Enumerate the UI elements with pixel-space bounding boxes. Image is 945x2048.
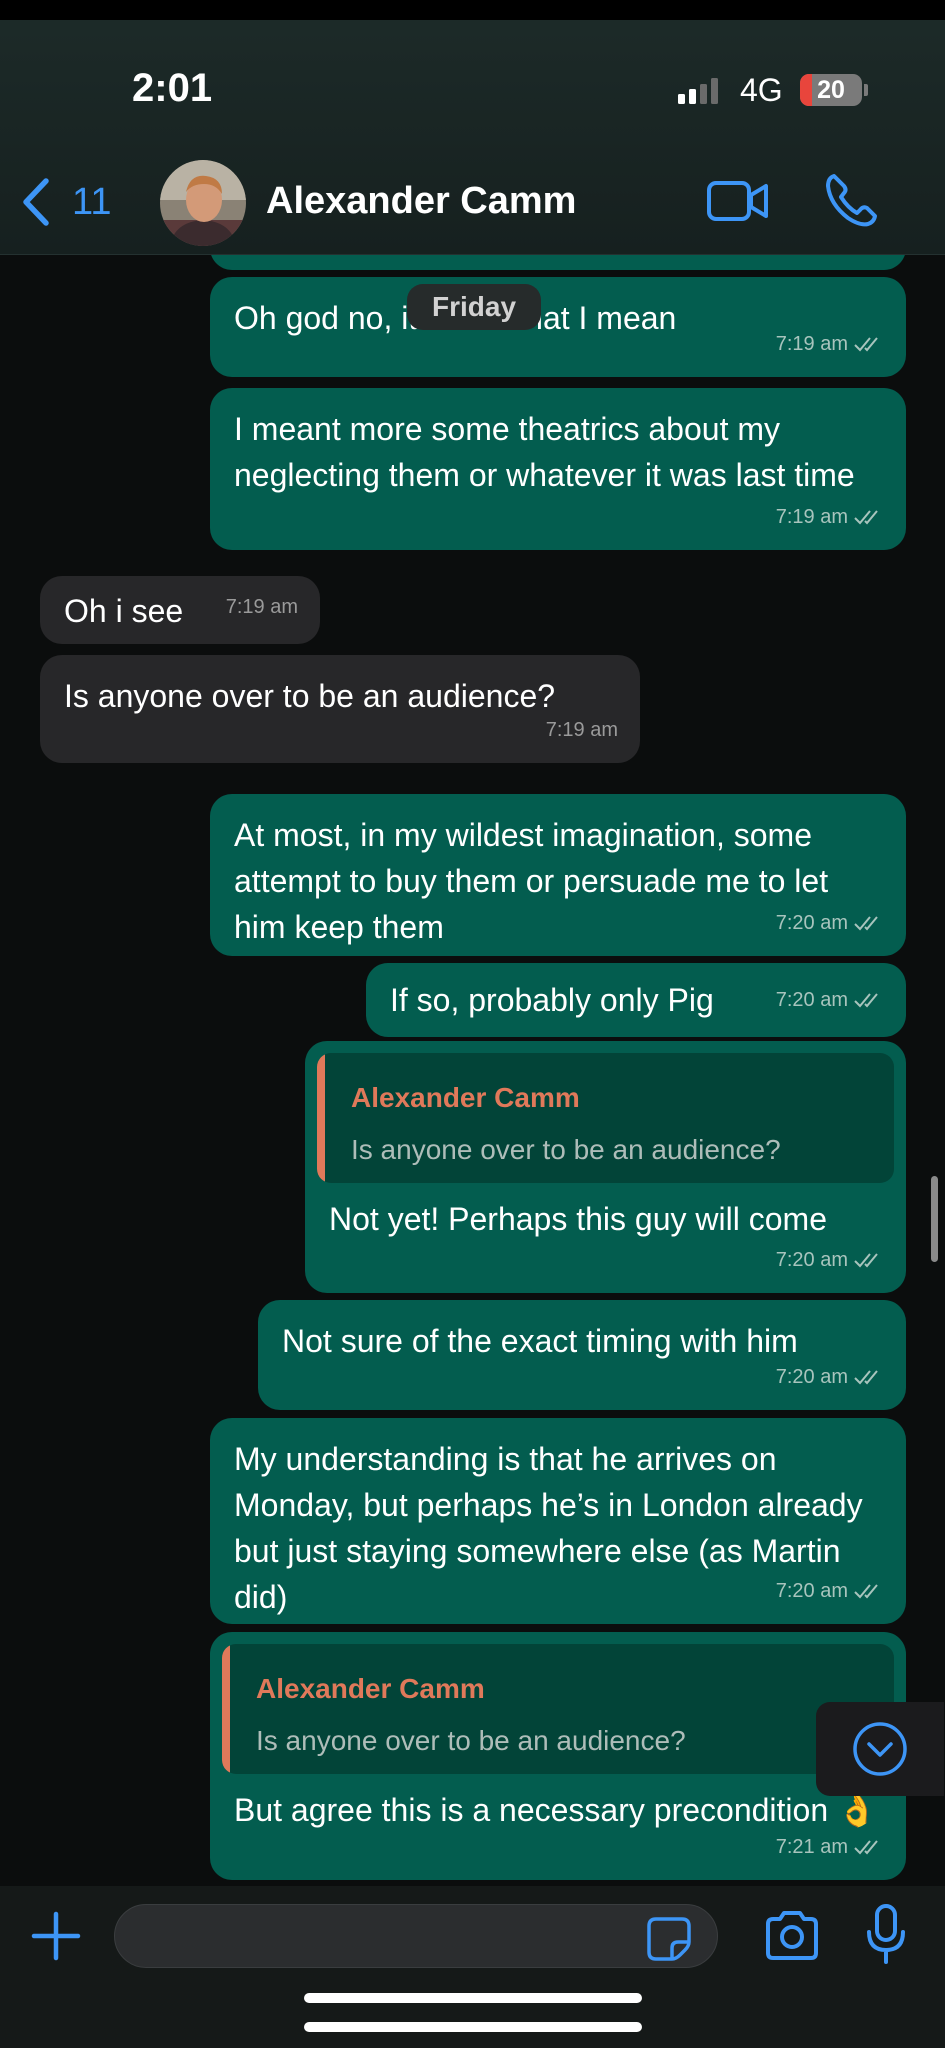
message-meta: 7:20 am — [776, 900, 884, 946]
quote-author: Alexander Camm — [256, 1673, 485, 1704]
camera-button[interactable] — [764, 1910, 820, 1962]
battery-percentage: 20 — [817, 76, 845, 104]
message-bubble-outgoing[interactable] — [210, 255, 906, 270]
contact-name[interactable]: Alexander Camm — [266, 180, 576, 223]
message-time: 7:19 am — [775, 333, 848, 355]
message-list[interactable]: Oh god no, it’s not what I mean 7:19 am … — [0, 255, 945, 1885]
message-time: 7:19 am — [545, 719, 618, 741]
double-check-icon — [854, 337, 878, 352]
message-meta: 7:20 am — [776, 1237, 884, 1283]
message-time: 7:20 am — [775, 989, 848, 1011]
message-bubble-incoming[interactable]: Is anyone over to be an audience? 7:19 a… — [40, 655, 640, 763]
message-bubble-outgoing-reply[interactable]: Alexander Camm Is anyone over to be an a… — [210, 1632, 906, 1880]
message-meta: 7:19 am — [776, 321, 884, 367]
message-bubble-outgoing[interactable]: If so, probably only Pig 7:20 am — [366, 963, 906, 1037]
message-time: 7:20 am — [775, 1366, 848, 1388]
video-camera-icon — [707, 181, 768, 221]
back-button[interactable]: 11 — [18, 172, 111, 232]
double-check-icon — [854, 1584, 878, 1599]
quoted-message[interactable]: Alexander Camm Is anyone over to be an a… — [317, 1053, 894, 1183]
voice-call-button[interactable] — [824, 172, 880, 228]
message-bubble-outgoing[interactable]: I meant more some theatrics about my neg… — [210, 388, 906, 550]
message-bubble-outgoing[interactable]: Not sure of the exact timing with him 7:… — [258, 1300, 906, 1410]
message-time: 7:19 am — [775, 506, 848, 528]
phone-icon — [826, 174, 877, 227]
battery-indicator: 20 — [800, 74, 862, 106]
message-time: 7:20 am — [775, 912, 848, 934]
message-time: 7:21 am — [775, 1836, 848, 1858]
video-call-button[interactable] — [706, 178, 770, 224]
avatar[interactable] — [160, 160, 246, 246]
home-indicator-shadow — [304, 1993, 642, 2003]
plus-icon — [31, 1911, 81, 1961]
battery-tip — [864, 84, 868, 96]
unread-count: 11 — [72, 180, 112, 223]
message-meta: 7:19 am — [226, 584, 298, 630]
message-meta: 7:20 am — [776, 977, 884, 1023]
message-meta: 7:20 am — [776, 1354, 884, 1400]
message-meta: 7:19 am — [546, 707, 618, 753]
quote-author: Alexander Camm — [351, 1082, 580, 1113]
chevron-left-icon — [23, 178, 49, 226]
attach-button[interactable] — [30, 1910, 82, 1962]
signal-strength-icon — [678, 78, 718, 104]
home-indicator[interactable] — [304, 2022, 642, 2032]
double-check-icon — [854, 1253, 878, 1268]
scrollbar[interactable] — [931, 1176, 938, 1262]
message-text: I meant more some theatrics about my neg… — [234, 411, 855, 493]
message-bubble-outgoing[interactable]: At most, in my wildest imagination, some… — [210, 794, 906, 956]
quote-text: Is anyone over to be an audience? — [256, 1725, 686, 1756]
message-time: 7:19 am — [225, 596, 298, 618]
message-time: 7:20 am — [775, 1249, 848, 1271]
chevron-down-circle-icon — [853, 1722, 907, 1776]
chat-header: 2:01 4G 20 11 Alexander Camm — [0, 0, 945, 255]
avatar-image — [160, 160, 246, 246]
voice-message-button[interactable] — [866, 1904, 906, 1966]
message-meta: 7:20 am — [776, 1568, 884, 1614]
double-check-icon — [854, 1840, 878, 1855]
date-pill: Friday — [407, 284, 541, 330]
message-text: Is anyone over to be an audience? — [64, 678, 556, 714]
sticker-icon — [647, 1917, 691, 1961]
double-check-icon — [854, 510, 878, 525]
message-bubble-outgoing-reply[interactable]: Alexander Camm Is anyone over to be an a… — [305, 1041, 906, 1293]
quote-accent-bar — [317, 1053, 325, 1183]
message-input[interactable] — [114, 1904, 718, 1968]
sticker-button[interactable] — [646, 1916, 692, 1962]
message-bubble-outgoing[interactable]: My understanding is that he arrives on M… — [210, 1418, 906, 1624]
quoted-message[interactable]: Alexander Camm Is anyone over to be an a… — [222, 1644, 894, 1774]
quote-accent-bar — [222, 1644, 230, 1774]
message-time: 7:20 am — [775, 1580, 848, 1602]
message-bubble-incoming[interactable]: Oh i see 7:19 am — [40, 576, 320, 644]
microphone-icon — [867, 1904, 905, 1964]
status-time: 2:01 — [132, 66, 213, 110]
camera-icon — [766, 1911, 818, 1960]
double-check-icon — [854, 993, 878, 1008]
scroll-to-bottom-button[interactable] — [816, 1702, 944, 1796]
message-meta: 7:21 am — [776, 1824, 884, 1870]
double-check-icon — [854, 916, 878, 931]
message-bubble-outgoing[interactable]: Oh god no, it’s not what I mean 7:19 am — [210, 277, 906, 377]
message-meta: 7:19 am — [776, 494, 884, 540]
message-text: Not yet! Perhaps this guy will come — [329, 1201, 827, 1237]
network-type: 4G — [740, 72, 783, 108]
quote-text: Is anyone over to be an audience? — [351, 1134, 781, 1165]
double-check-icon — [854, 1370, 878, 1385]
